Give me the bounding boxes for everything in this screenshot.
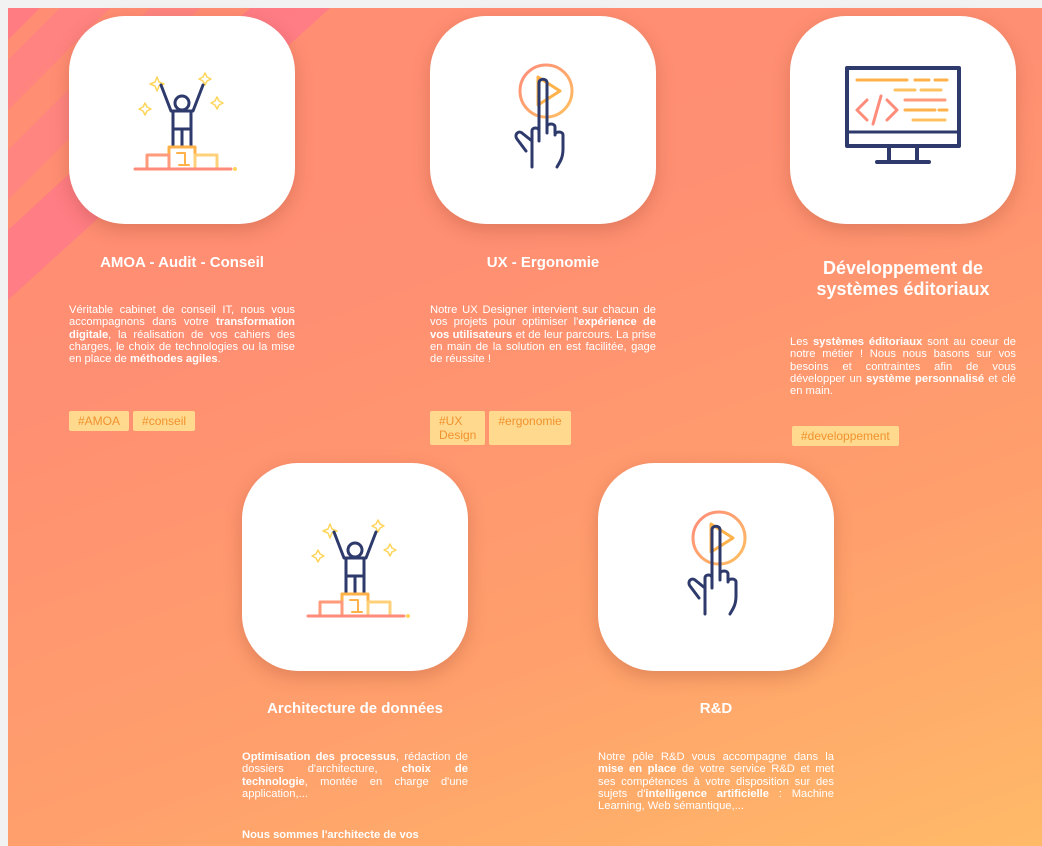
- highlight-text: mise en place: [598, 763, 677, 776]
- touch-play-icon: [514, 63, 574, 169]
- service-title: UX - Ergonomie: [486, 254, 600, 271]
- tag-list: #developpement: [792, 426, 899, 446]
- service-description: Les systèmes éditoriaux sont au coeur de…: [790, 336, 1016, 397]
- service-title: Architecture de données: [267, 700, 443, 717]
- highlight-text: Optimisation des processus: [242, 751, 397, 763]
- tag-link[interactable]: #ergonomie: [489, 411, 571, 445]
- tag-link[interactable]: #AMOA: [69, 411, 130, 431]
- tag-link[interactable]: #conseil: [133, 411, 196, 431]
- touch-play-icon: [687, 510, 747, 616]
- tag-list: #UX Design #ergonomie: [430, 411, 571, 445]
- description-text: Notre pôle R&D vous accompagne dans la: [598, 751, 834, 763]
- service-description: Optimisation des processus, rédaction de…: [242, 751, 468, 800]
- highlight-text: systèmes éditoriaux: [812, 336, 923, 348]
- service-icon-tile[interactable]: [69, 16, 295, 224]
- service-icon-tile[interactable]: [242, 463, 468, 671]
- service-title: R&D: [699, 700, 733, 717]
- service-icon-tile[interactable]: [598, 463, 834, 671]
- tag-link[interactable]: #developpement: [792, 426, 899, 446]
- service-icon-tile[interactable]: [430, 16, 656, 224]
- tag-list: #AMOA #conseil: [69, 411, 196, 431]
- highlight-text: intelligence artificielle: [645, 787, 769, 800]
- highlight-text: Nous sommes l'architecte de vos: [242, 829, 419, 841]
- description-text: .: [217, 353, 221, 366]
- highlight-text: système personnalisé: [866, 372, 985, 385]
- tag-link[interactable]: #UX Design: [430, 411, 486, 445]
- code-monitor-icon: [845, 66, 961, 164]
- service-description: Véritable cabinet de conseil IT, nous vo…: [69, 304, 295, 365]
- description-text: Les: [790, 336, 813, 348]
- podium-winner-icon: [133, 72, 237, 171]
- service-icon-tile[interactable]: [790, 16, 1016, 224]
- service-title: Développement de systèmes éditoriaux: [816, 258, 990, 299]
- podium-winner-icon: [306, 519, 410, 618]
- service-description: Notre UX Designer intervient sur chacun …: [430, 304, 656, 365]
- service-description: Notre pôle R&D vous accompagne dans la m…: [598, 751, 834, 812]
- highlight-text: méthodes agiles: [129, 353, 218, 366]
- service-description-continued: Nous sommes l'architecte de vos: [242, 829, 468, 841]
- service-title: AMOA - Audit - Conseil: [100, 254, 264, 271]
